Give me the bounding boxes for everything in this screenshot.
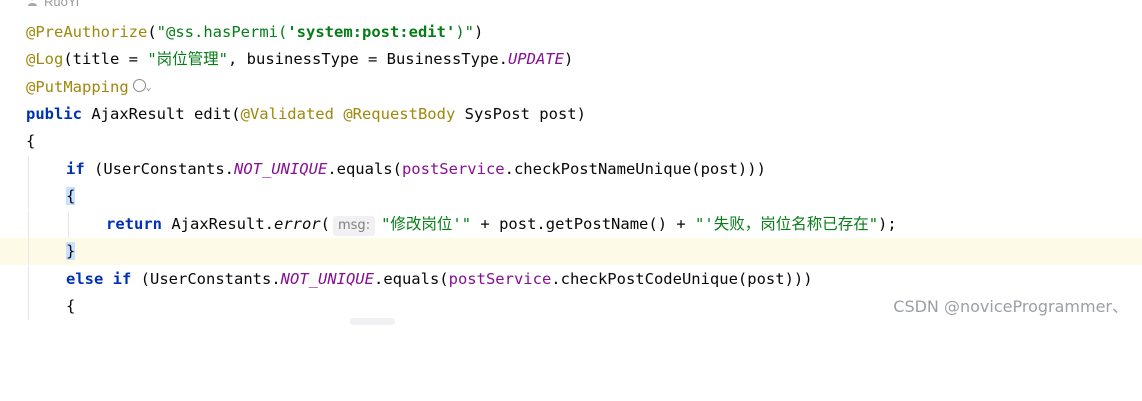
code-line[interactable]: else if (UserConstants.NOT_UNIQUE.equals… bbox=[0, 266, 1142, 293]
code-line[interactable]: { bbox=[0, 183, 1142, 210]
code-line[interactable]: @PutMapping ⌄ bbox=[0, 74, 1142, 101]
chevron-down-icon[interactable]: ⌄ bbox=[146, 82, 152, 93]
indent-guide bbox=[28, 266, 29, 293]
indent-guide bbox=[28, 238, 29, 265]
indent-guide bbox=[28, 293, 29, 320]
watermark: CSDN @noviceProgrammer、 bbox=[893, 293, 1128, 317]
parameter-hint: msg: bbox=[333, 216, 375, 236]
parameter-hint-partial bbox=[350, 318, 395, 325]
indent-guide bbox=[28, 183, 29, 210]
code-line[interactable]: if (UserConstants.NOT_UNIQUE.equals(post… bbox=[0, 156, 1142, 183]
user-icon bbox=[26, 0, 38, 9]
code-line[interactable]: return AjaxResult.error(msg:"修改岗位'" + po… bbox=[0, 211, 1142, 238]
code-line[interactable]: @Log(title = "岗位管理", businessType = Busi… bbox=[0, 46, 1142, 73]
code-line[interactable]: @PreAuthorize("@ss.hasPermi('system:post… bbox=[0, 19, 1142, 46]
indent-guide bbox=[28, 156, 29, 183]
matched-brace: { bbox=[66, 187, 75, 205]
current-code-line[interactable]: } bbox=[0, 238, 1142, 265]
annotation: @PreAuthorize bbox=[26, 23, 147, 41]
matched-brace: } bbox=[66, 242, 75, 260]
indent-guide bbox=[28, 211, 29, 238]
code-line[interactable]: { bbox=[0, 128, 1142, 155]
annotation: @PutMapping bbox=[26, 78, 129, 96]
indent-guide bbox=[68, 211, 69, 238]
author-name: RuoYi bbox=[44, 0, 79, 9]
globe-icon[interactable] bbox=[133, 79, 146, 92]
annotation: @Log bbox=[26, 50, 63, 68]
author-hint[interactable]: RuoYi bbox=[26, 0, 79, 9]
code-line[interactable]: public AjaxResult edit(@Validated @Reque… bbox=[0, 101, 1142, 128]
